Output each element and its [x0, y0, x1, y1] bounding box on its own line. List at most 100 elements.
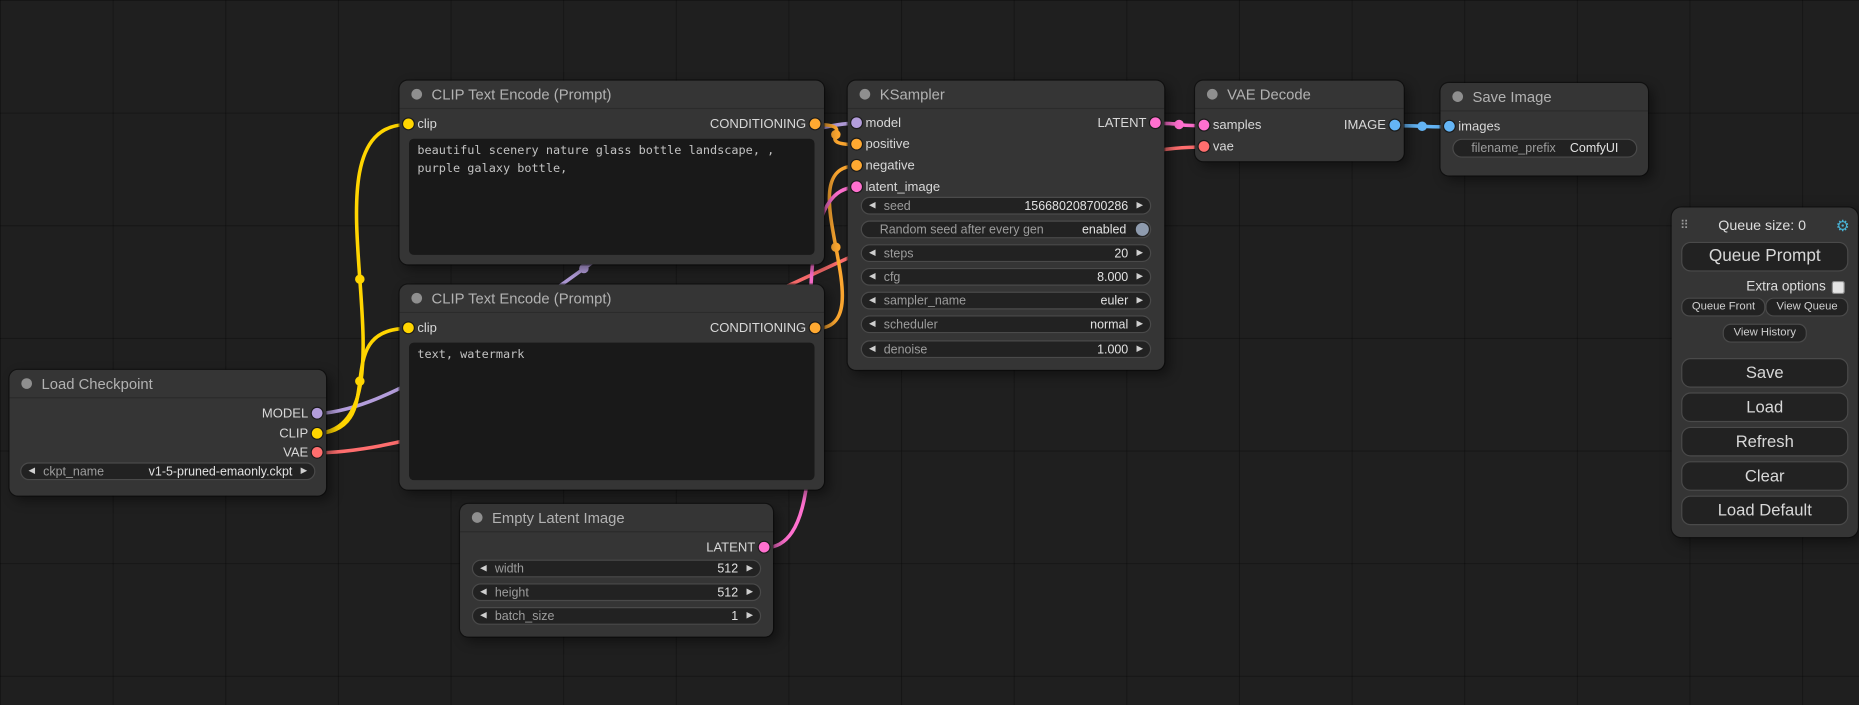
link-midpoint-dot [831, 130, 840, 139]
random-seed-toggle-widget[interactable]: Random seed after every gen enabled [861, 221, 1151, 239]
decrement-arrow-icon[interactable]: ◀ [28, 467, 34, 475]
input-port-vae[interactable] [1199, 141, 1210, 152]
settings-gear-icon[interactable]: ⚙ [1836, 218, 1850, 233]
widget-label: batch_size [495, 609, 555, 623]
output-port-clip[interactable] [312, 428, 323, 439]
decrement-arrow-icon[interactable]: ◀ [869, 345, 875, 353]
decrement-arrow-icon[interactable]: ◀ [869, 296, 875, 304]
load-default-button[interactable]: Load Default [1681, 496, 1848, 526]
increment-arrow-icon[interactable]: ▶ [301, 467, 307, 475]
collapse-dot-icon[interactable] [21, 378, 32, 389]
increment-arrow-icon[interactable]: ▶ [1137, 320, 1143, 328]
node-graph-canvas[interactable]: Load Checkpoint MODEL CLIP VAE ◀ ckpt_na… [0, 0, 1859, 705]
input-port-samples[interactable] [1199, 120, 1210, 131]
sampler-name-widget[interactable]: ◀ sampler_name euler ▶ [861, 292, 1151, 310]
node-header[interactable]: KSampler [848, 81, 1165, 109]
decrement-arrow-icon[interactable]: ◀ [480, 588, 486, 596]
decrement-arrow-icon[interactable]: ◀ [480, 612, 486, 620]
node-load-checkpoint[interactable]: Load Checkpoint MODEL CLIP VAE ◀ ckpt_na… [9, 370, 326, 496]
toggle-knob-icon[interactable] [1136, 223, 1149, 236]
increment-arrow-icon[interactable]: ▶ [746, 588, 752, 596]
decrement-arrow-icon[interactable]: ◀ [869, 273, 875, 281]
increment-arrow-icon[interactable]: ▶ [1137, 345, 1143, 353]
view-history-button[interactable]: View History [1723, 324, 1807, 343]
input-port-negative[interactable] [851, 160, 862, 171]
decrement-arrow-icon[interactable]: ◀ [869, 320, 875, 328]
collapse-dot-icon[interactable] [411, 293, 422, 304]
input-port-latent-image[interactable] [851, 181, 862, 192]
widget-label: Random seed after every gen [880, 222, 1044, 236]
collapse-dot-icon[interactable] [1452, 91, 1463, 102]
drag-handle-icon[interactable]: ⠿ [1680, 219, 1689, 232]
increment-arrow-icon[interactable]: ▶ [1137, 202, 1143, 210]
node-vae-decode[interactable]: VAE Decode samples vae IMAGE [1195, 81, 1404, 162]
node-title: CLIP Text Encode (Prompt) [432, 86, 612, 103]
filename-prefix-widget[interactable]: filename_prefix ComfyUI [1452, 139, 1637, 158]
node-title: CLIP Text Encode (Prompt) [432, 290, 612, 307]
node-clip-text-encode-positive[interactable]: CLIP Text Encode (Prompt) clip CONDITION… [400, 81, 824, 265]
output-port-latent[interactable] [759, 542, 770, 553]
input-port-images[interactable] [1444, 121, 1455, 132]
load-button[interactable]: Load [1681, 392, 1848, 422]
link-clip-positive [312, 124, 408, 433]
queue-prompt-button[interactable]: Queue Prompt [1681, 242, 1848, 272]
node-ksampler[interactable]: KSampler model positive negative latent_… [848, 81, 1165, 370]
widget-value: 1 [731, 609, 738, 623]
increment-arrow-icon[interactable]: ▶ [1137, 273, 1143, 281]
collapse-dot-icon[interactable] [472, 512, 483, 523]
input-port-clip[interactable] [403, 119, 414, 130]
steps-widget[interactable]: ◀ steps 20 ▶ [861, 244, 1151, 262]
widget-label: cfg [884, 270, 901, 284]
decrement-arrow-icon[interactable]: ◀ [869, 249, 875, 257]
refresh-button[interactable]: Refresh [1681, 427, 1848, 457]
node-empty-latent-image[interactable]: Empty Latent Image LATENT ◀ width 512 ▶ … [460, 504, 773, 637]
node-save-image[interactable]: Save Image images filename_prefix ComfyU… [1441, 83, 1648, 175]
clear-button[interactable]: Clear [1681, 461, 1848, 491]
output-port-latent[interactable] [1150, 117, 1161, 128]
output-port-conditioning[interactable] [810, 119, 821, 130]
node-header[interactable]: CLIP Text Encode (Prompt) [400, 81, 824, 109]
port-label: vae [1213, 140, 1234, 154]
batch-size-widget[interactable]: ◀ batch_size 1 ▶ [472, 607, 761, 625]
extra-options-checkbox[interactable] [1832, 280, 1845, 293]
positive-prompt-textarea[interactable]: beautiful scenery nature glass bottle la… [409, 139, 814, 255]
widget-value: 1.000 [1097, 342, 1128, 356]
increment-arrow-icon[interactable]: ▶ [1137, 249, 1143, 257]
increment-arrow-icon[interactable]: ▶ [746, 612, 752, 620]
height-widget[interactable]: ◀ height 512 ▶ [472, 583, 761, 601]
port-label: CONDITIONING [710, 117, 806, 131]
view-queue-button[interactable]: View Queue [1766, 298, 1849, 317]
output-port-conditioning[interactable] [810, 322, 821, 333]
collapse-dot-icon[interactable] [860, 89, 871, 100]
node-clip-text-encode-negative[interactable]: CLIP Text Encode (Prompt) clip CONDITION… [400, 285, 824, 490]
queue-front-button[interactable]: Queue Front [1681, 298, 1766, 317]
cfg-widget[interactable]: ◀ cfg 8.000 ▶ [861, 268, 1151, 286]
input-port-positive[interactable] [851, 139, 862, 150]
increment-arrow-icon[interactable]: ▶ [1137, 296, 1143, 304]
width-widget[interactable]: ◀ width 512 ▶ [472, 560, 761, 578]
decrement-arrow-icon[interactable]: ◀ [480, 564, 486, 572]
node-header[interactable]: CLIP Text Encode (Prompt) [400, 285, 824, 313]
decrement-arrow-icon[interactable]: ◀ [869, 202, 875, 210]
output-port-image[interactable] [1390, 120, 1401, 131]
collapse-dot-icon[interactable] [411, 89, 422, 100]
node-header[interactable]: Save Image [1441, 83, 1648, 111]
negative-prompt-textarea[interactable]: text, watermark [409, 343, 814, 481]
node-title: Save Image [1473, 88, 1552, 105]
scheduler-widget[interactable]: ◀ scheduler normal ▶ [861, 315, 1151, 333]
widget-label: scheduler [884, 317, 938, 331]
collapse-dot-icon[interactable] [1207, 89, 1218, 100]
increment-arrow-icon[interactable]: ▶ [746, 564, 752, 572]
link-midpoint-dot [831, 242, 840, 251]
node-header[interactable]: Load Checkpoint [9, 370, 326, 398]
denoise-widget[interactable]: ◀ denoise 1.000 ▶ [861, 340, 1151, 358]
node-header[interactable]: Empty Latent Image [460, 504, 773, 532]
output-port-model[interactable] [312, 408, 323, 419]
ckpt-name-widget[interactable]: ◀ ckpt_name v1-5-pruned-emaonly.ckpt ▶ [20, 462, 315, 480]
save-button[interactable]: Save [1681, 358, 1848, 388]
input-port-clip[interactable] [403, 322, 414, 333]
seed-widget[interactable]: ◀ seed 156680208700286 ▶ [861, 197, 1151, 215]
node-header[interactable]: VAE Decode [1195, 81, 1404, 109]
output-port-vae[interactable] [312, 447, 323, 458]
input-port-model[interactable] [851, 117, 862, 128]
